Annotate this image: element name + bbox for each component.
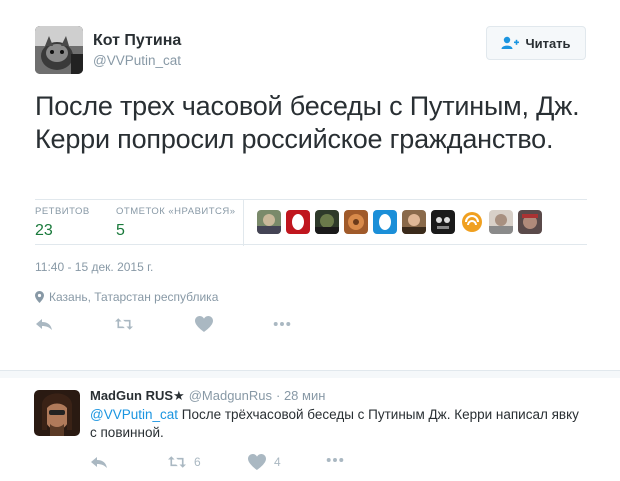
author-avatar[interactable]: [35, 26, 83, 74]
follow-button[interactable]: Читать: [486, 26, 586, 60]
retweets-stat[interactable]: РЕТВИТОВ 23: [35, 206, 90, 240]
like-icon: [195, 316, 213, 332]
like-icon: [248, 454, 266, 470]
tweet-location[interactable]: Казань, Татарстан республика: [35, 290, 218, 304]
reply-tweet[interactable]: MadGun RUS★ @MadgunRus · 28 мин @VVPutin…: [0, 378, 620, 481]
liker-avatar[interactable]: [431, 210, 455, 234]
tweet-text: После трех часовой беседы с Путиным, Дж.…: [35, 91, 580, 154]
follow-label: Читать: [525, 35, 571, 51]
reply-retweet-button[interactable]: 6: [168, 454, 201, 470]
tweet-actions: [35, 316, 335, 336]
liker-avatar[interactable]: [460, 210, 484, 234]
reply-retweet-count: 6: [194, 455, 201, 469]
conversation-divider: [0, 370, 620, 378]
author-handle[interactable]: @VVPutin_cat: [93, 53, 181, 68]
like-button[interactable]: [195, 316, 213, 332]
retweets-label: РЕТВИТОВ: [35, 206, 90, 217]
retweet-icon: [115, 318, 133, 330]
reply-like-button[interactable]: 4: [248, 454, 281, 470]
more-icon: [326, 458, 344, 462]
follow-icon: [501, 36, 520, 49]
reply-icon: [91, 457, 107, 468]
liker-avatar[interactable]: [315, 210, 339, 234]
reply-reply-button[interactable]: [90, 454, 108, 470]
liker-avatar[interactable]: [402, 210, 426, 234]
location-text: Казань, Татарстан республика: [49, 290, 219, 304]
liker-avatar[interactable]: [344, 210, 368, 234]
reply-like-count: 4: [274, 455, 281, 469]
main-tweet: Кот Путина @VVPutin_cat Читать После тре…: [0, 0, 620, 365]
liker-avatar[interactable]: [373, 210, 397, 234]
reply-time[interactable]: · 28 мин: [276, 388, 325, 404]
tweet-timestamp[interactable]: 11:40 - 15 дек. 2015 г.: [35, 260, 153, 274]
likes-label: ОТМЕТОК «НРАВИТСЯ»: [116, 206, 236, 217]
reply-icon: [36, 319, 52, 330]
reply-mention[interactable]: @VVPutin_cat: [90, 407, 178, 422]
tweet-stats: РЕТВИТОВ 23 ОТМЕТОК «НРАВИТСЯ» 5: [35, 199, 587, 246]
retweets-value: 23: [35, 222, 53, 239]
reply-author-handle[interactable]: @MadgunRus: [189, 388, 272, 404]
retweet-icon: [168, 456, 186, 468]
location-pin-icon: [35, 291, 44, 303]
likers-avatars: [257, 210, 542, 234]
more-icon: [273, 322, 291, 326]
likes-stat[interactable]: ОТМЕТОК «НРАВИТСЯ» 5: [116, 206, 236, 240]
reply-text: @VVPutin_cat После трёхчасовой беседы с …: [90, 406, 580, 442]
reply-more-button[interactable]: [326, 457, 344, 463]
reply-header: MadGun RUS★ @MadgunRus · 28 мин: [90, 388, 325, 404]
stats-divider: [243, 200, 244, 246]
liker-avatar[interactable]: [286, 210, 310, 234]
liker-avatar[interactable]: [518, 210, 542, 234]
liker-avatar[interactable]: [257, 210, 281, 234]
reply-button[interactable]: [35, 316, 53, 332]
retweet-button[interactable]: [115, 316, 133, 332]
reply-author-name[interactable]: MadGun RUS★: [90, 388, 185, 404]
reply-author-avatar[interactable]: [34, 390, 80, 436]
more-button[interactable]: [273, 316, 291, 332]
likes-value: 5: [116, 222, 125, 239]
reply-actions: 6 4: [90, 454, 390, 472]
author-name[interactable]: Кот Путина: [93, 32, 181, 50]
liker-avatar[interactable]: [489, 210, 513, 234]
